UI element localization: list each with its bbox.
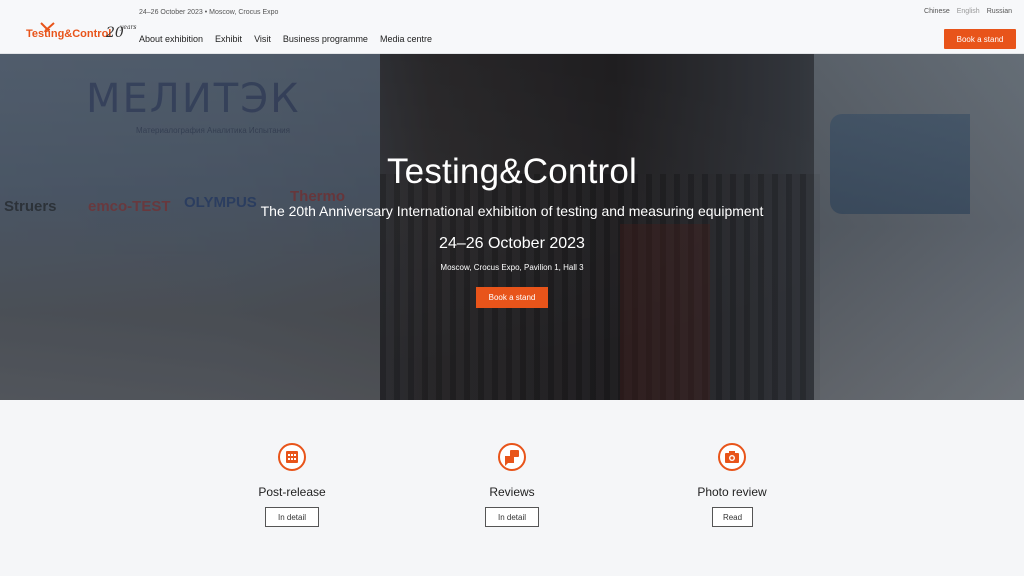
nav-media-centre[interactable]: Media centre xyxy=(380,34,432,44)
calendar-icon xyxy=(278,443,306,471)
nav-visit[interactable]: Visit xyxy=(254,34,271,44)
language-switcher: Chinese English Russian xyxy=(924,8,1012,15)
site-header: Testing&Control 20 years 24–26 October 2… xyxy=(0,0,1024,54)
nav-exhibit[interactable]: Exhibit xyxy=(215,34,242,44)
event-info: 24–26 October 2023 • Moscow, Crocus Expo xyxy=(139,9,279,16)
hero-title: Testing&Control xyxy=(386,152,638,191)
book-stand-button-hero[interactable]: Book a stand xyxy=(476,287,548,308)
logo-anniversary-word: years xyxy=(120,24,137,31)
nav-business-programme[interactable]: Business programme xyxy=(283,34,368,44)
main-nav: About exhibition Exhibit Visit Business … xyxy=(139,34,444,44)
info-cards: Post-release In detail Reviews In detail… xyxy=(0,400,1024,576)
reviews-detail-button[interactable]: In detail xyxy=(485,507,539,527)
hero-dates: 24–26 October 2023 xyxy=(439,235,585,252)
hero-subtitle: The 20th Anniversary International exhib… xyxy=(260,203,764,219)
chat-icon xyxy=(498,443,526,471)
hero-location: Moscow, Crocus Expo, Pavilion 1, Hall 3 xyxy=(440,263,584,272)
nav-about-exhibition[interactable]: About exhibition xyxy=(139,34,203,44)
logo-text: Testing&Control xyxy=(26,28,112,40)
photo-review-read-button[interactable]: Read xyxy=(712,507,753,527)
card-title: Reviews xyxy=(489,485,535,499)
book-stand-button-header[interactable]: Book a stand xyxy=(944,29,1016,49)
card-title: Photo review xyxy=(697,485,767,499)
site-logo[interactable]: Testing&Control 20 years xyxy=(10,12,136,42)
lang-english[interactable]: English xyxy=(957,8,980,15)
lang-russian[interactable]: Russian xyxy=(987,8,1012,15)
camera-icon xyxy=(718,443,746,471)
lang-chinese[interactable]: Chinese xyxy=(924,8,950,15)
hero-content: Testing&Control The 20th Anniversary Int… xyxy=(0,54,1024,400)
card-title: Post-release xyxy=(258,485,326,499)
hero-banner: МЕЛИТЭК Материалография Аналитика Испыта… xyxy=(0,54,1024,400)
post-release-detail-button[interactable]: In detail xyxy=(265,507,319,527)
